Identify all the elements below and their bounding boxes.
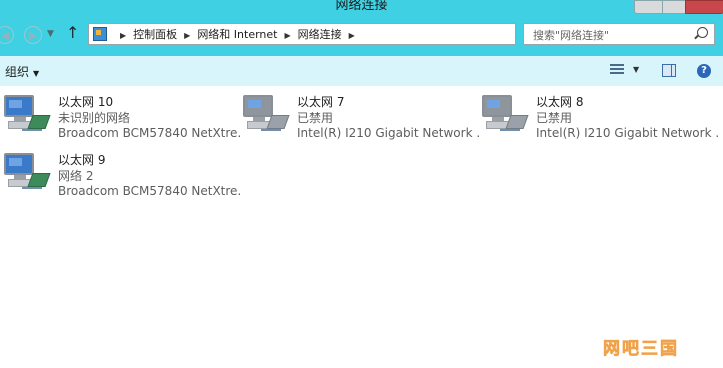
connection-adapter: Intel(R) I210 Gigabit Network ... [297,126,479,140]
organize-label: 组织 [5,65,30,79]
connection-status: 网络 2 [58,169,94,183]
preview-pane-icon[interactable] [662,64,676,77]
connection-name: 以太网 7 [297,95,345,109]
connection-name: 以太网 8 [536,95,584,109]
watermark: 网吧三国 [603,339,679,360]
connection-item[interactable]: 以太网 7 已禁用 Intel(R) I210 Gigabit Network … [243,93,479,153]
forward-button[interactable]: ▶ [24,26,42,44]
chevron-down-icon: ▼ [33,69,40,78]
back-button[interactable]: ◀ [0,26,14,44]
breadcrumb-separator-icon[interactable]: ▶ [349,27,355,45]
recent-locations-chevron-icon[interactable]: ▼ [47,29,54,39]
breadcrumb-separator-icon[interactable]: ▶ [285,27,291,45]
help-icon[interactable]: ? [697,64,711,78]
network-adapter-disabled-icon [482,93,529,139]
breadcrumb-separator-icon[interactable]: ▶ [120,27,126,45]
address-bar[interactable]: ▶控制面板▶网络和 Internet▶网络连接▶ ▼ ↻ [88,23,596,45]
organize-menu-button[interactable]: 组织 ▼ [5,63,39,80]
back-arrow-icon: ◀ [0,29,10,42]
maximize-button[interactable] [662,0,686,14]
breadcrumb-item[interactable]: 网络连接 [298,26,342,44]
connection-item[interactable]: 以太网 10 未识别的网络 Broadcom BCM57840 NetXtre.… [4,93,240,153]
connection-item[interactable]: 以太网 9 网络 2 Broadcom BCM57840 NetXtre... [4,151,240,211]
view-options-chevron-icon[interactable]: ▼ [633,65,639,74]
breadcrumb-item[interactable]: 控制面板 [133,26,177,44]
breadcrumb: ▶ 控制面板 ▶ 网络和 Internet ▶ 网络连接 ▶ [113,26,362,44]
address-row: ◀ ▶ ▼ ↑ ▶控制面板▶网络和 Internet▶网络连接▶ ▼ ↻ 搜索"… [0,14,723,56]
connection-status: 已禁用 [536,111,573,125]
change-view-icon[interactable] [610,64,624,76]
connection-status: 未识别的网络 [58,111,131,125]
search-placeholder: 搜索"网络连接" [533,29,610,42]
up-arrow-icon[interactable]: ↑ [66,23,79,42]
breadcrumb-item[interactable]: 网络和 Internet [197,26,277,44]
connection-item[interactable]: 以太网 8 已禁用 Intel(R) I210 Gigabit Network … [482,93,718,153]
close-button[interactable] [685,0,723,14]
search-input[interactable]: 搜索"网络连接" [523,23,715,45]
connection-name: 以太网 10 [58,95,114,109]
connection-adapter: Intel(R) I210 Gigabit Network ... [536,126,718,140]
connection-status: 已禁用 [297,111,334,125]
forward-arrow-icon: ▶ [28,29,38,42]
network-adapter-icon [4,93,51,139]
control-panel-icon [93,27,107,41]
command-bar: 组织 ▼ ▼ ? [0,56,723,86]
search-icon[interactable] [697,27,708,38]
connection-adapter: Broadcom BCM57840 NetXtre... [58,184,240,198]
title-bar: 网络连接 [0,0,723,14]
network-adapter-icon [4,151,51,197]
minimize-button[interactable] [634,0,663,14]
network-adapter-disabled-icon [243,93,290,139]
window-title: 网络连接 [335,0,388,13]
connection-adapter: Broadcom BCM57840 NetXtre... [58,126,240,140]
connection-name: 以太网 9 [58,153,106,167]
breadcrumb-separator-icon[interactable]: ▶ [184,27,190,45]
